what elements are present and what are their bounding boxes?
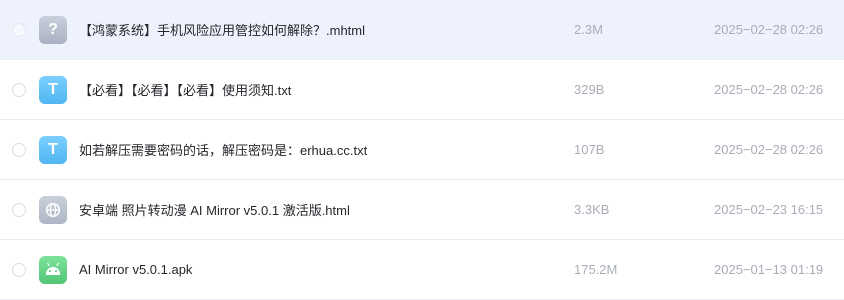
- file-date: 2025−02−23 16:15: [714, 202, 824, 217]
- file-date: 2025−02−28 02:26: [714, 22, 824, 37]
- file-date: 2025−01−13 01:19: [714, 262, 824, 277]
- file-size: 175.2M: [574, 262, 618, 277]
- unknown-file-icon: ?: [39, 15, 67, 44]
- file-list: ? 【鸿蒙系统】手机风险应用管控如何解除？.mhtml 2.3M 2025−02…: [0, 0, 844, 300]
- text-file-glyph: T: [48, 80, 58, 98]
- web-file-icon: [39, 195, 67, 224]
- globe-icon: [45, 202, 61, 217]
- file-name[interactable]: 【鸿蒙系统】手机风险应用管控如何解除？.mhtml: [79, 20, 365, 39]
- text-file-icon: T: [39, 135, 67, 164]
- row-select-checkbox[interactable]: [12, 202, 26, 217]
- file-name[interactable]: 安卓端 照片转动漫 AI Mirror v5.0.1 激活版.html: [79, 200, 350, 219]
- file-size: 107B: [574, 142, 605, 157]
- file-row[interactable]: ? 【鸿蒙系统】手机风险应用管控如何解除？.mhtml 2.3M 2025−02…: [0, 0, 844, 60]
- text-file-icon: T: [39, 75, 67, 104]
- text-file-glyph: T: [48, 140, 58, 158]
- file-row[interactable]: 安卓端 照片转动漫 AI Mirror v5.0.1 激活版.html 3.3K…: [0, 180, 844, 240]
- file-row[interactable]: AI Mirror v5.0.1.apk 175.2M 2025−01−13 0…: [0, 240, 844, 300]
- row-select-checkbox[interactable]: [12, 82, 26, 97]
- file-date: 2025−02−28 02:26: [714, 82, 824, 97]
- row-select-checkbox[interactable]: [12, 22, 26, 37]
- file-name[interactable]: 【必看】【必看】【必看】使用须知.txt: [79, 80, 291, 99]
- unknown-file-glyph: ?: [48, 20, 58, 38]
- row-select-checkbox[interactable]: [12, 262, 26, 277]
- android-robot-icon: [46, 262, 60, 275]
- file-name[interactable]: AI Mirror v5.0.1.apk: [79, 262, 192, 277]
- android-file-icon: [39, 255, 67, 284]
- file-size: 3.3KB: [574, 202, 610, 217]
- row-select-checkbox[interactable]: [12, 142, 26, 157]
- file-row[interactable]: T 如若解压需要密码的话，解压密码是：erhua.cc.txt 107B 202…: [0, 120, 844, 180]
- file-name[interactable]: 如若解压需要密码的话，解压密码是：erhua.cc.txt: [79, 140, 367, 159]
- file-size: 2.3M: [574, 22, 603, 37]
- file-size: 329B: [574, 82, 605, 97]
- file-row[interactable]: T 【必看】【必看】【必看】使用须知.txt 329B 2025−02−28 0…: [0, 60, 844, 120]
- file-date: 2025−02−28 02:26: [714, 142, 824, 157]
